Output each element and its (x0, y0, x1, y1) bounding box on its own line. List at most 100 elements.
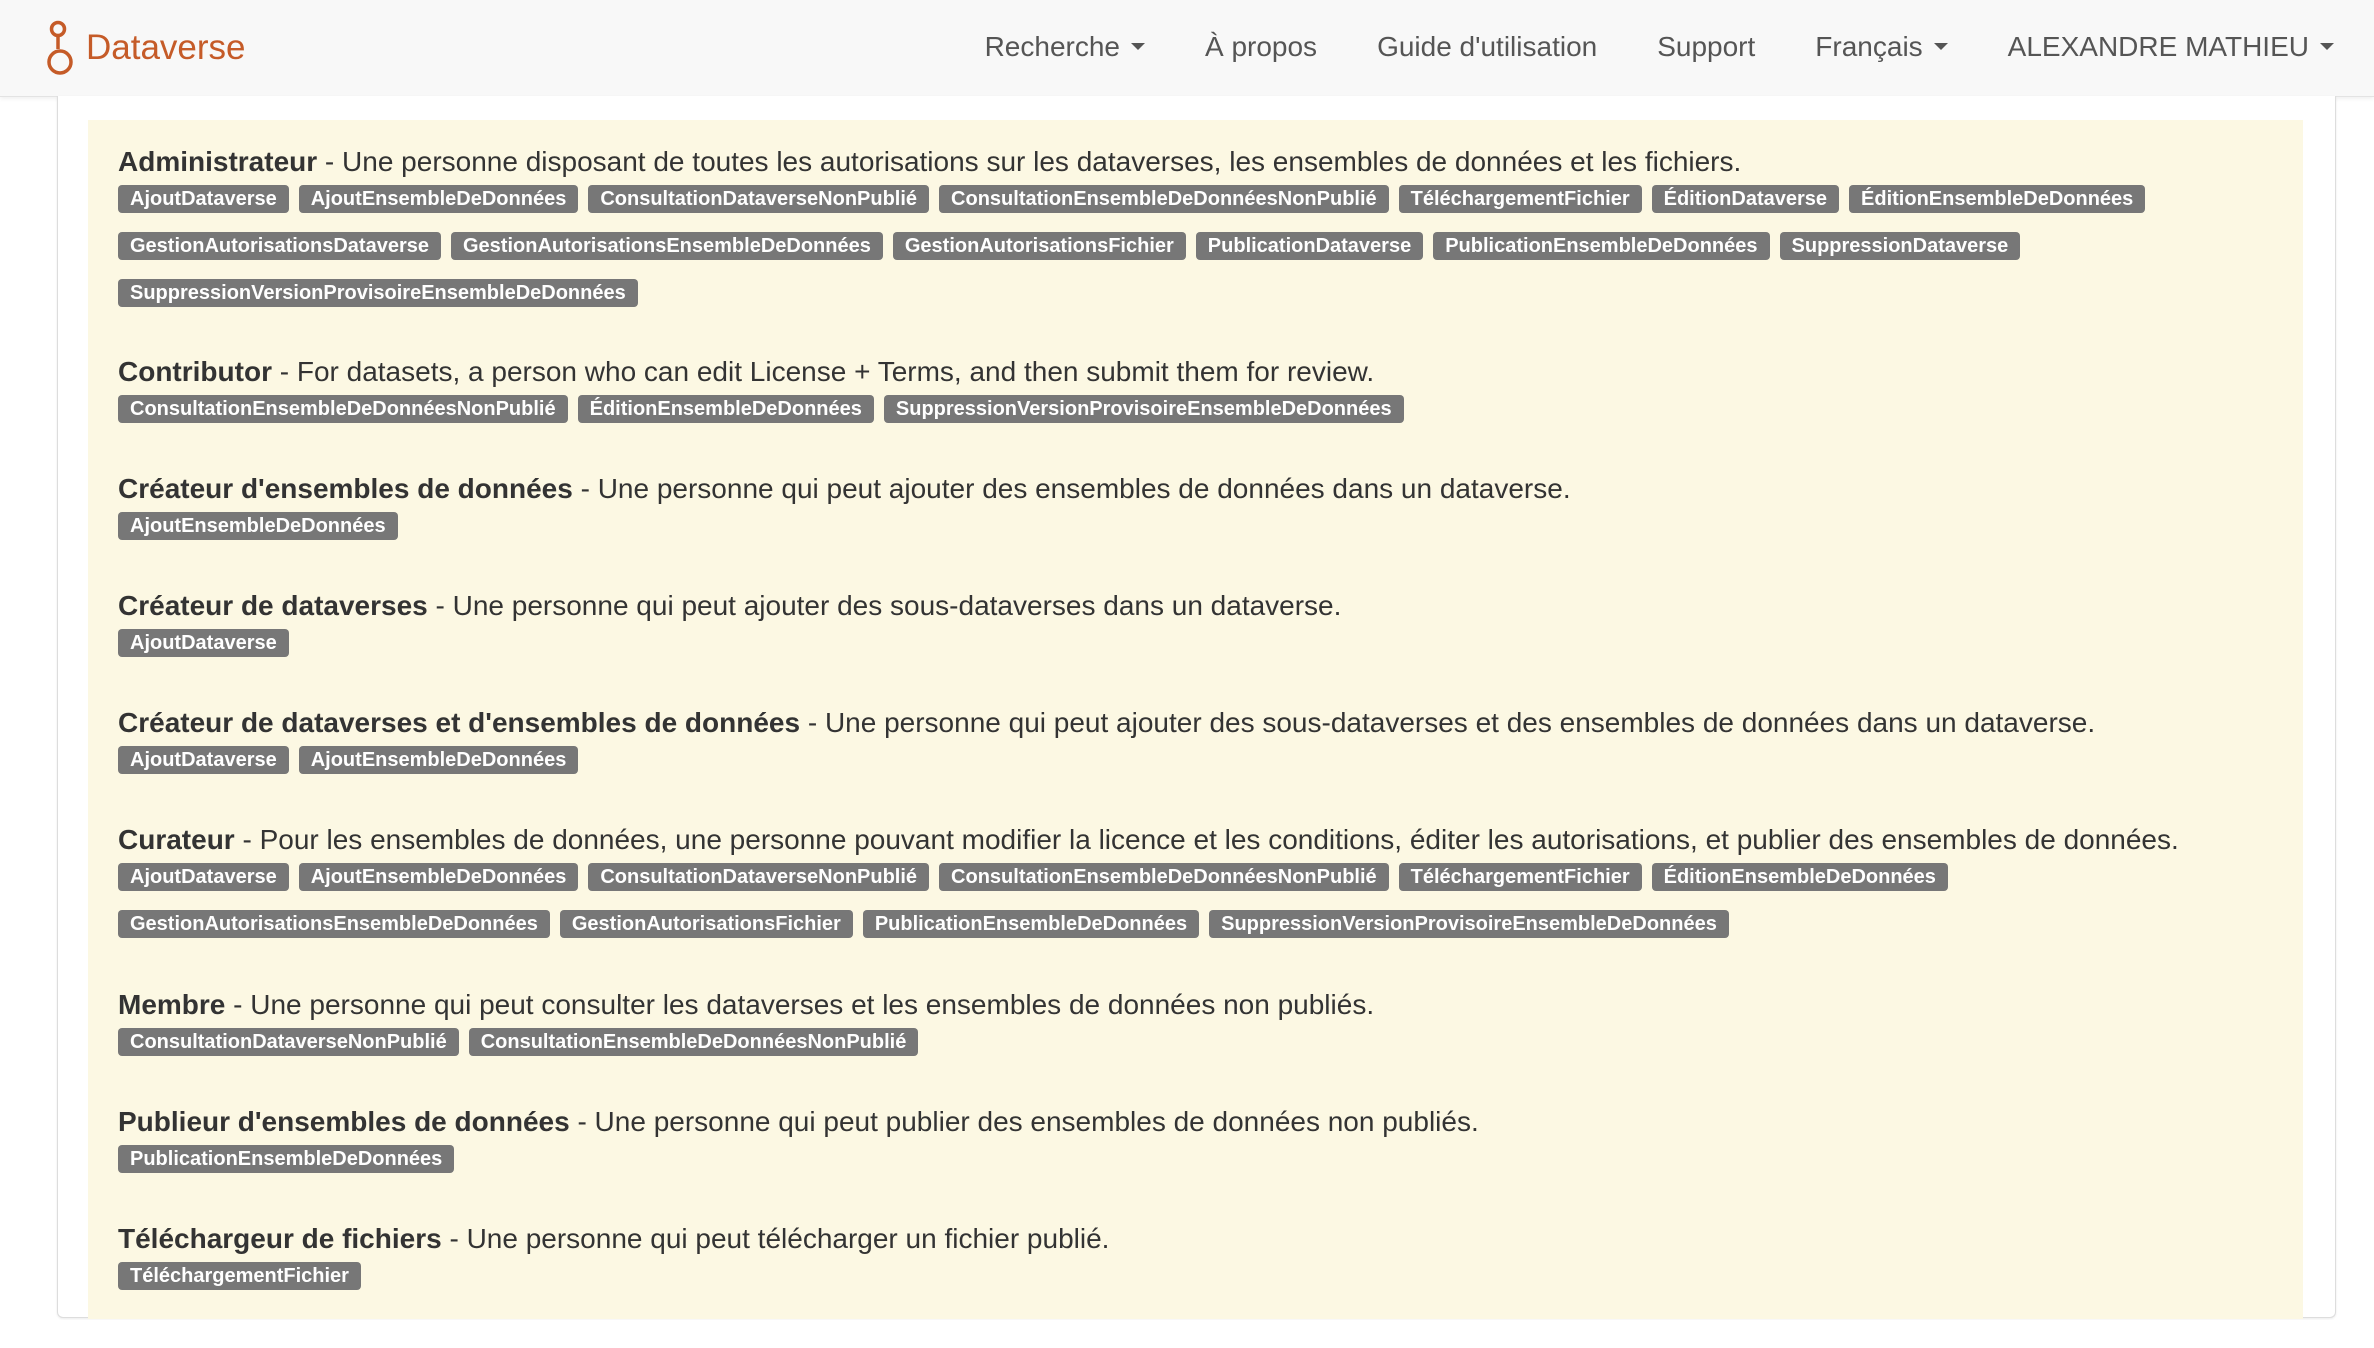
nav-a-propos-link[interactable]: À propos (1205, 31, 1317, 63)
role-description: - Une personne qui peut publier des ense… (569, 1106, 1479, 1137)
permission-tags: AjoutEnsembleDeDonnées (118, 512, 2273, 559)
role-description: - Une personne disposant de toutes les a… (317, 146, 1742, 177)
brand-link[interactable]: Dataverse (46, 16, 246, 80)
role-description: - For datasets, a person who can edit Li… (271, 356, 1375, 387)
permission-badge: ConsultationEnsembleDeDonnéesNonPublié (468, 1028, 919, 1056)
role-item: Membre - Une personne qui peut consulter… (88, 963, 2303, 1085)
permission-badge: TéléchargementFichier (118, 1262, 361, 1290)
permission-badge: ConsultationEnsembleDeDonnéesNonPublié (118, 395, 568, 423)
role-heading: Créateur de dataverses et d'ensembles de… (118, 705, 2273, 741)
role-description: - Pour les ensembles de données, une per… (234, 824, 2179, 855)
permission-badge: ÉditionEnsembleDeDonnées (1651, 863, 1948, 891)
role-name: Téléchargeur de fichiers (118, 1223, 442, 1254)
permission-badge: ConsultationEnsembleDeDonnéesNonPublié (939, 185, 1389, 213)
nav-item-label: ALEXANDRE MATHIEU (2007, 30, 2309, 62)
nav-item-label: Guide d'utilisation (1377, 30, 1598, 62)
permission-badge: PublicationDataverse (1195, 232, 1424, 260)
permission-badge: GestionAutorisationsFichier (559, 910, 853, 938)
role-heading: Téléchargeur de fichiers - Une personne … (118, 1221, 2273, 1257)
permission-badge: PublicationEnsembleDeDonnées (118, 1145, 455, 1173)
permission-tags: ConsultationEnsembleDeDonnéesNonPublié Éd… (118, 395, 2273, 442)
nav-item-label: Recherche (984, 30, 1120, 62)
permission-badge: ÉditionDataverse (1651, 185, 1840, 213)
role-heading: Administrateur - Une personne disposant … (118, 144, 2273, 180)
caret-down-icon (1933, 43, 1948, 50)
role-item: Téléchargeur de fichiers - Une personne … (88, 1197, 2303, 1319)
permission-badge: ConsultationEnsembleDeDonnéesNonPublié (939, 863, 1389, 891)
permission-badge: ConsultationDataverseNonPublié (588, 863, 930, 891)
role-heading: Contributor - For datasets, a person who… (118, 354, 2273, 390)
permission-tags: ConsultationDataverseNonPublié Consultati… (118, 1028, 2273, 1075)
permission-badge: AjoutDataverse (118, 629, 289, 657)
role-name: Membre (118, 989, 226, 1020)
permission-badge: AjoutEnsembleDeDonnées (118, 512, 398, 540)
nav-menu: Recherche À propos Guide d'utilisation Supp… (925, 0, 2334, 93)
permission-badge: GestionAutorisationsEnsembleDeDonnées (118, 910, 550, 938)
permission-badge: AjoutEnsembleDeDonnées (298, 863, 579, 891)
permission-badge: GestionAutorisationsFichier (892, 232, 1186, 260)
role-name: Administrateur (118, 146, 318, 177)
role-heading: Membre - Une personne qui peut consulter… (118, 987, 2273, 1023)
role-description: - Une personne qui peut ajouter des sous… (427, 590, 1342, 621)
dataverse-logo-icon (47, 20, 73, 75)
role-item: Administrateur - Une personne disposant … (88, 120, 2303, 336)
role-item: Curateur - Pour les ensembles de données… (88, 798, 2303, 967)
permission-badge: AjoutDataverse (118, 185, 289, 213)
permission-badge: PublicationEnsembleDeDonnées (1433, 232, 1770, 260)
page-bottom (0, 1320, 2374, 1348)
permission-tags: AjoutDataverse AjoutEnsembleDeDonnées Cons… (118, 185, 2273, 326)
role-description: - Une personne qui peut consulter les da… (225, 989, 1375, 1020)
permission-tags: TéléchargementFichier (118, 1262, 2273, 1309)
role-item: Publieur d'ensembles de données - Une pe… (88, 1080, 2303, 1202)
permission-badge: ConsultationDataverseNonPublié (588, 185, 930, 213)
role-heading: Curateur - Pour les ensembles de données… (118, 822, 2273, 858)
caret-down-icon (2320, 43, 2334, 50)
permission-badge: TéléchargementFichier (1398, 863, 1642, 891)
roles-panel: Administrateur - Une personne disposant … (57, 96, 2336, 1319)
nav-item-label: Français (1815, 30, 1923, 62)
permission-badge: SuppressionVersionProvisoireEnsembleDeDo… (118, 279, 638, 307)
permission-tags: PublicationEnsembleDeDonnées (118, 1145, 2273, 1192)
permission-badge: ÉditionEnsembleDeDonnées (577, 395, 874, 423)
nav-francais-dropdown[interactable]: Français (1815, 30, 1948, 63)
role-description: - Une personne qui peut ajouter des sous… (800, 707, 2096, 738)
role-item: Contributor - For datasets, a person who… (88, 330, 2303, 452)
permission-badge: PublicationEnsembleDeDonnées (862, 910, 1200, 938)
role-item: Créateur de dataverses et d'ensembles de… (88, 681, 2303, 803)
role-heading: Créateur d'ensembles de données - Une pe… (118, 471, 2273, 507)
role-heading: Créateur de dataverses - Une personne qu… (118, 588, 2273, 624)
role-heading: Publieur d'ensembles de données - Une pe… (118, 1104, 2273, 1140)
nav-item-label: À propos (1204, 30, 1318, 62)
role-description: - Une personne qui peut télécharger un f… (441, 1223, 1110, 1254)
role-name: Créateur d'ensembles de données (118, 473, 573, 504)
permission-tags: AjoutDataverse AjoutEnsembleDeDonnées Cons… (118, 863, 2273, 957)
permission-tags: AjoutDataverse (118, 629, 2273, 676)
nav-alexandre-mathieu-dropdown[interactable]: ALEXANDRE MATHIEU (2008, 31, 2334, 63)
permission-tags: AjoutDataverse AjoutEnsembleDeDonnées (118, 746, 2273, 793)
nav-support-link[interactable]: Support (1657, 31, 1755, 63)
permission-badge: ConsultationDataverseNonPublié (118, 1028, 459, 1056)
caret-down-icon (1130, 43, 1145, 50)
top-navbar: Dataverse Recherche À propos Guide d'utili… (0, 0, 2374, 97)
nav-guide-d-utilisation-link[interactable]: Guide d'utilisation (1377, 31, 1597, 63)
permission-badge: SuppressionVersionProvisoireEnsembleDeDo… (883, 395, 1404, 423)
permission-badge: ÉditionEnsembleDeDonnées (1849, 185, 2146, 213)
permission-badge: AjoutDataverse (118, 863, 289, 891)
permission-badge: GestionAutorisationsEnsembleDeDonnées (450, 232, 883, 260)
role-description: - Une personne qui peut ajouter des ense… (572, 473, 1571, 504)
permission-badge: GestionAutorisationsDataverse (118, 232, 441, 260)
role-name: Curateur (118, 824, 235, 855)
brand-name: Dataverse (86, 28, 246, 67)
nav-item-label: Support (1657, 30, 1756, 62)
permission-badge: AjoutEnsembleDeDonnées (298, 746, 579, 774)
role-name: Créateur de dataverses et d'ensembles de… (118, 707, 801, 738)
role-name: Créateur de dataverses (118, 590, 428, 621)
permission-badge: TéléchargementFichier (1398, 185, 1642, 213)
permission-badge: SuppressionDataverse (1779, 232, 2021, 260)
role-name: Contributor (118, 356, 272, 387)
role-item: Créateur d'ensembles de données - Une pe… (88, 447, 2303, 569)
role-item: Créateur de dataverses - Une personne qu… (88, 564, 2303, 686)
nav-recherche-dropdown[interactable]: Recherche (985, 31, 1145, 63)
permission-badge: AjoutEnsembleDeDonnées (298, 185, 579, 213)
permission-badge: AjoutDataverse (118, 746, 289, 774)
